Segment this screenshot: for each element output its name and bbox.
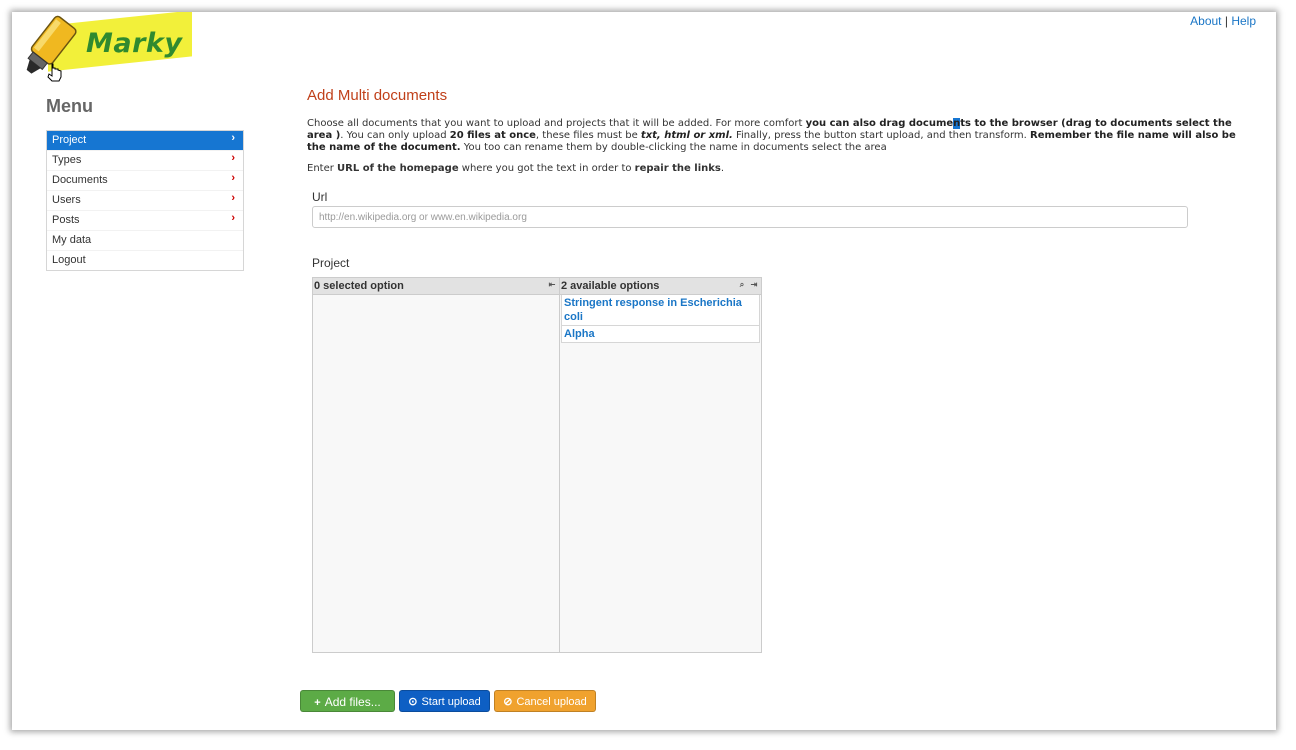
sidebar-item-my-data[interactable]: My data xyxy=(47,231,243,251)
sidebar-item-types[interactable]: Types › xyxy=(47,151,243,171)
instructions-text: Choose all documents that you want to up… xyxy=(307,118,806,129)
sidebar-item-label: Project xyxy=(52,134,87,146)
available-options-header: 2 available options ⌕ ⇥ xyxy=(560,278,761,295)
url-label: Url xyxy=(312,190,328,204)
logo-text: Marky xyxy=(86,28,183,59)
start-upload-button[interactable]: ⊙ Start upload xyxy=(399,690,490,712)
selected-options-header: 0 selected option ⇤ xyxy=(313,278,560,295)
instructions-text: , these files must be xyxy=(535,130,641,141)
cancel-upload-button[interactable]: ⊘ Cancel upload xyxy=(494,690,596,712)
instructions-bold: 20 files at once xyxy=(449,130,536,141)
instructions-bold: URL of the homepage xyxy=(337,163,459,174)
chevron-right-icon: › xyxy=(231,172,235,184)
instructions-text: You too can rename them by double-clicki… xyxy=(460,142,887,153)
remove-all-icon[interactable]: ⇤ xyxy=(547,280,557,290)
sidebar-item-label: Users xyxy=(52,194,81,206)
sidebar-item-label: Types xyxy=(52,154,82,166)
instructions-text: . You can only upload xyxy=(340,130,450,141)
url-input[interactable] xyxy=(312,206,1188,228)
add-files-label: Add files... xyxy=(324,695,381,709)
available-count-label: 2 available options xyxy=(561,280,660,292)
sidebar-menu: Project › Types › Documents › Users › Po… xyxy=(46,130,244,271)
page-title: Add Multi documents xyxy=(307,87,448,104)
instructions-bold: you can also drag docume xyxy=(805,118,954,129)
sidebar-item-label: Documents xyxy=(52,174,108,186)
chevron-right-icon: › xyxy=(231,212,235,224)
instructions-text: where you got the text in order to xyxy=(458,163,635,174)
selected-options-list[interactable]: 0 selected option ⇤ xyxy=(312,277,561,653)
upload-instructions: Choose all documents that you want to up… xyxy=(307,118,1237,154)
link-separator: | xyxy=(1224,14,1228,28)
available-options-list[interactable]: 2 available options ⌕ ⇥ Stringent respon… xyxy=(559,277,762,653)
instructions-bold-italic: txt, html or xml. xyxy=(640,130,733,141)
chevron-right-icon: › xyxy=(231,132,235,144)
chevron-right-icon: › xyxy=(231,152,235,164)
sidebar-item-label: Posts xyxy=(52,214,80,226)
top-links: About | Help xyxy=(1190,14,1256,28)
url-instructions: Enter URL of the homepage where you got … xyxy=(307,163,1237,175)
add-all-icon[interactable]: ⇥ xyxy=(749,280,759,290)
instructions-text: . xyxy=(720,163,725,174)
sidebar-item-logout[interactable]: Logout xyxy=(47,251,243,270)
start-upload-label: Start upload xyxy=(421,696,481,708)
search-icon[interactable]: ⌕ xyxy=(737,280,747,290)
instructions-bold: repair the links xyxy=(634,163,721,174)
menu-title: Menu xyxy=(46,96,93,116)
plus-icon: + xyxy=(314,697,321,709)
available-option[interactable]: Stringent response in Escherichia coli xyxy=(561,295,760,326)
cancel-icon: ⊘ xyxy=(503,696,513,708)
sidebar-item-label: Logout xyxy=(52,254,86,266)
project-label: Project xyxy=(312,256,350,270)
help-link[interactable]: Help xyxy=(1231,14,1256,28)
sidebar-item-documents[interactable]: Documents › xyxy=(47,171,243,191)
add-files-button[interactable]: + Add files... xyxy=(300,690,395,712)
selected-count-label: 0 selected option xyxy=(314,280,404,292)
sidebar-item-project[interactable]: Project › xyxy=(47,131,243,151)
chevron-right-icon: › xyxy=(231,192,235,204)
sidebar-item-label: My data xyxy=(52,234,92,246)
cancel-upload-label: Cancel upload xyxy=(516,696,587,708)
marky-logo[interactable]: Marky xyxy=(18,12,194,84)
browser-window: Marky About | Help Menu Project › Types … xyxy=(12,12,1276,730)
instructions-text: Enter xyxy=(307,163,338,174)
sidebar-item-posts[interactable]: Posts › xyxy=(47,211,243,231)
about-link[interactable]: About xyxy=(1190,14,1221,28)
upload-icon: ⊙ xyxy=(408,696,418,708)
instructions-text: Finally, press the button start upload, … xyxy=(732,130,1031,141)
sidebar-item-users[interactable]: Users › xyxy=(47,191,243,211)
available-option[interactable]: Alpha xyxy=(561,326,760,343)
